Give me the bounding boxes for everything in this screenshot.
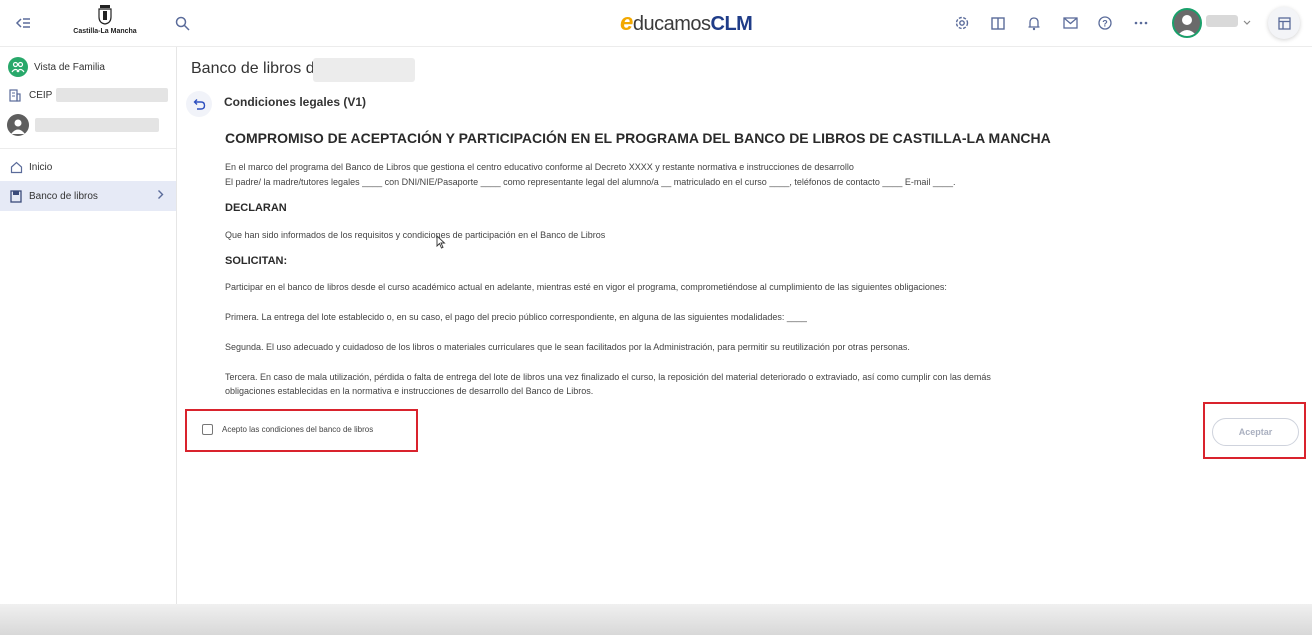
sidebar-item-label: Inicio: [29, 161, 53, 173]
obligation-tercera-line-1: Tercera. En caso de mala utilización, pé…: [225, 372, 991, 382]
sidebar-item-inicio[interactable]: Inicio: [0, 152, 176, 182]
school-prefix: CEIP: [29, 89, 53, 101]
svg-text:?: ?: [1102, 18, 1108, 28]
brand-clm: CLM: [710, 13, 753, 35]
document-title: COMPROMISO DE ACEPTACIÓN Y PARTICIPACIÓN…: [225, 130, 1051, 146]
chevron-right-icon: [157, 189, 164, 203]
brand-e: e: [620, 9, 633, 36]
more-icon[interactable]: [1130, 12, 1152, 34]
student-avatar: [7, 114, 29, 136]
book-save-icon: [9, 189, 23, 203]
accept-conditions-label[interactable]: Acepto las condiciones del banco de libr…: [222, 425, 373, 434]
collapse-menu-icon[interactable]: [12, 12, 34, 34]
obligation-tercera-line-2: obligaciones establecidas en la normativ…: [225, 386, 594, 396]
help-icon[interactable]: ?: [1094, 12, 1116, 34]
school-name-redacted: [56, 88, 169, 102]
jccm-logo[interactable]: Castilla-La Mancha: [70, 3, 140, 43]
obligation-primera: Primera. La entrega del lote establecido…: [225, 312, 807, 322]
bottom-bar: [0, 604, 1312, 635]
page-title: Banco de libros de: [191, 60, 324, 77]
sidebar-item-label: Banco de libros: [29, 190, 98, 202]
top-bar: Castilla-La Mancha educamosCLM ?: [0, 0, 1312, 47]
layout-icon[interactable]: [1268, 7, 1300, 39]
family-view-row[interactable]: Vista de Familia: [0, 54, 176, 80]
bell-icon[interactable]: [1023, 12, 1045, 34]
sidebar: Vista de Familia CEIP Inicio Banco de li…: [0, 47, 177, 607]
family-icon: [8, 57, 28, 77]
student-name-redacted: [35, 118, 159, 132]
mail-icon[interactable]: [1059, 12, 1081, 34]
intro-line-1: En el marco del programa del Banco de Li…: [225, 162, 854, 172]
mouse-cursor-icon: [436, 234, 446, 254]
building-icon: [9, 88, 23, 102]
student-row[interactable]: [0, 112, 176, 138]
solicitan-heading: SOLICITAN:: [225, 255, 288, 267]
search-icon[interactable]: [171, 12, 193, 34]
intro-line-2: El padre/ la madre/tutores legales ____ …: [225, 177, 956, 187]
declaran-heading: DECLARAN: [225, 202, 287, 214]
sidebar-divider: [0, 148, 176, 149]
solicitan-text: Participar en el banco de libros desde e…: [225, 282, 947, 292]
book-icon[interactable]: [987, 12, 1009, 34]
undo-icon: [193, 99, 205, 110]
user-avatar[interactable]: [1172, 8, 1202, 38]
declaran-text: Que han sido informados de los requisito…: [225, 230, 606, 240]
school-row[interactable]: CEIP: [0, 82, 176, 108]
legal-document: COMPROMISO DE ACEPTACIÓN Y PARTICIPACIÓN…: [225, 130, 1085, 396]
brand-ducamos: ducamos: [632, 13, 711, 35]
back-button[interactable]: [186, 91, 212, 117]
user-name-redacted: [1206, 15, 1238, 27]
page-title-redacted: [313, 58, 415, 82]
home-icon: [9, 160, 23, 174]
obligation-segunda: Segunda. El uso adecuado y cuidadoso de …: [225, 342, 910, 352]
family-view-label: Vista de Familia: [34, 61, 105, 73]
educamos-logo[interactable]: educamosCLM: [620, 9, 753, 36]
section-title: Condiciones legales (V1): [224, 95, 367, 109]
accept-conditions-checkbox[interactable]: [202, 424, 213, 435]
accept-button[interactable]: Aceptar: [1212, 418, 1299, 446]
settings-icon[interactable]: [951, 12, 973, 34]
chevron-down-icon[interactable]: [1240, 12, 1254, 34]
jccm-logo-text: Castilla-La Mancha: [73, 28, 137, 35]
coat-of-arms-icon: [97, 3, 113, 25]
sidebar-item-banco-de-libros[interactable]: Banco de libros: [0, 181, 176, 211]
